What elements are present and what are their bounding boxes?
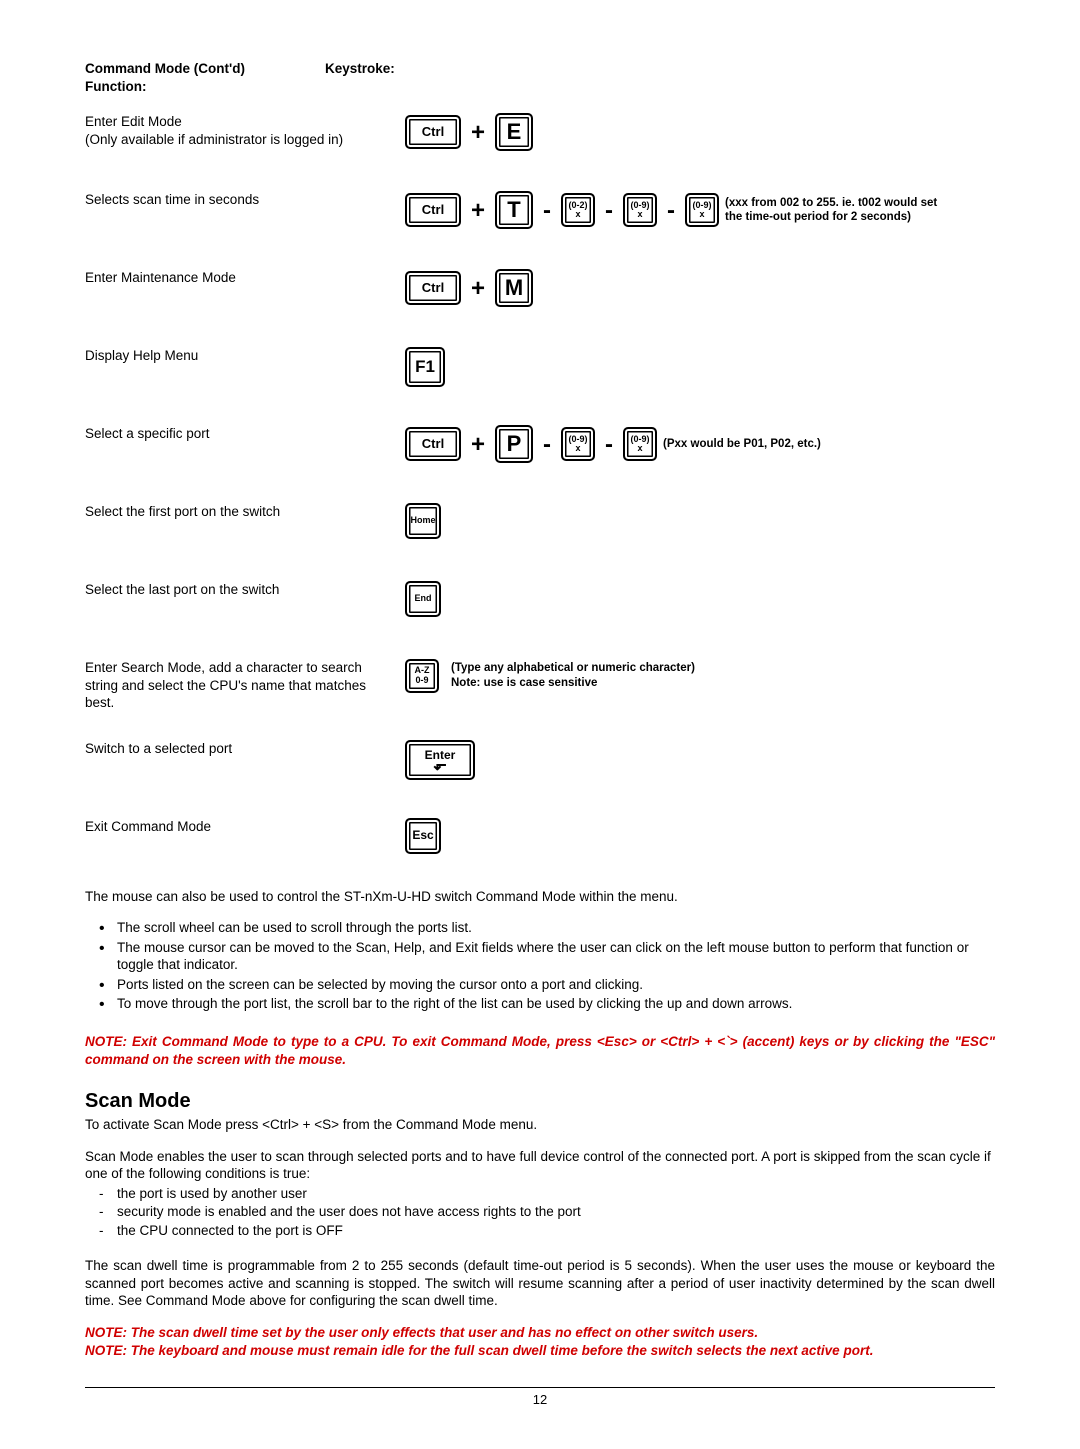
func-help: Display Help Menu xyxy=(85,347,405,365)
func-edit-sub: (Only available if administrator is logg… xyxy=(85,132,343,147)
list-item: To move through the port list, the scrol… xyxy=(85,995,995,1013)
key-digit-0-9: (0-9)x xyxy=(623,193,657,227)
mouse-bullet-list: The scroll wheel can be used to scroll t… xyxy=(85,919,995,1013)
note-search-2: Note: use is case sensitive xyxy=(451,677,597,689)
page-number: 12 xyxy=(85,1392,995,1409)
dash-icon: - xyxy=(601,195,617,226)
list-item: Ports listed on the screen can be select… xyxy=(85,976,995,994)
scan-skip-conditions: the port is used by another user securit… xyxy=(85,1185,995,1240)
func-search: Enter Search Mode, add a character to se… xyxy=(85,659,405,712)
key-ctrl: Ctrl xyxy=(405,193,461,227)
mouse-intro: The mouse can also be used to control th… xyxy=(85,888,995,906)
func-scantime: Selects scan time in seconds xyxy=(85,191,405,209)
dash-icon: - xyxy=(601,429,617,460)
note-selport: (Pxx would be P01, P02, etc.) xyxy=(663,437,821,451)
list-item: The scroll wheel can be used to scroll t… xyxy=(85,919,995,937)
key-ctrl: Ctrl xyxy=(405,115,461,149)
plus-icon: + xyxy=(467,117,489,148)
func-exit: Exit Command Mode xyxy=(85,818,405,836)
key-end: End xyxy=(405,581,441,617)
key-digit-0-9: (0-9)x xyxy=(685,193,719,227)
scan-p3: The scan dwell time is programmable from… xyxy=(85,1257,995,1310)
key-ctrl: Ctrl xyxy=(405,427,461,461)
key-digit-0-9: (0-9)x xyxy=(623,427,657,461)
dash-icon: - xyxy=(663,195,679,226)
key-digit-0-2: (0-2)x xyxy=(561,193,595,227)
key-home: Home xyxy=(405,503,441,539)
dash-icon: - xyxy=(539,195,555,226)
key-alphanumeric: A-Z0-9 xyxy=(405,659,439,693)
func-edit: Enter Edit Mode xyxy=(85,114,182,129)
divider xyxy=(85,1387,995,1388)
section-title: Command Mode (Cont'd) xyxy=(85,60,325,78)
func-first: Select the first port on the switch xyxy=(85,503,405,521)
note-exit-command: NOTE: Exit Command Mode to type to a CPU… xyxy=(85,1033,995,1068)
func-switch: Switch to a selected port xyxy=(85,740,405,758)
func-last: Select the last port on the switch xyxy=(85,581,405,599)
key-ctrl: Ctrl xyxy=(405,271,461,305)
key-t: T xyxy=(495,191,533,229)
note-scantime: (xxx from 002 to 255. ie. t002 would set… xyxy=(725,196,945,225)
key-enter: Enter ⬐ xyxy=(405,740,475,780)
heading-scan-mode: Scan Mode xyxy=(85,1088,995,1114)
func-selport: Select a specific port xyxy=(85,425,405,443)
plus-icon: + xyxy=(467,195,489,226)
key-f1: F1 xyxy=(405,347,445,387)
list-item: The mouse cursor can be moved to the Sca… xyxy=(85,939,995,974)
list-item: security mode is enabled and the user do… xyxy=(85,1203,995,1221)
plus-icon: + xyxy=(467,273,489,304)
dash-icon: - xyxy=(539,429,555,460)
column-keystroke: Keystroke: xyxy=(325,60,395,95)
list-item: the port is used by another user xyxy=(85,1185,995,1203)
enter-arrow-icon: ⬐ xyxy=(433,761,446,771)
key-m: M xyxy=(495,269,533,307)
scan-p1: To activate Scan Mode press <Ctrl> + <S>… xyxy=(85,1116,995,1134)
plus-icon: + xyxy=(467,429,489,460)
list-item: the CPU connected to the port is OFF xyxy=(85,1222,995,1240)
note-dwell-idle: NOTE: The keyboard and mouse must remain… xyxy=(85,1342,995,1360)
key-esc: Esc xyxy=(405,818,441,854)
func-maint: Enter Maintenance Mode xyxy=(85,269,405,287)
key-e: E xyxy=(495,113,533,151)
scan-p2: Scan Mode enables the user to scan throu… xyxy=(85,1148,995,1183)
key-digit-0-9: (0-9)x xyxy=(561,427,595,461)
key-p: P xyxy=(495,425,533,463)
note-dwell-user: NOTE: The scan dwell time set by the use… xyxy=(85,1324,995,1342)
column-function: Function: xyxy=(85,78,325,96)
note-search-1: (Type any alphabetical or numeric charac… xyxy=(451,662,695,674)
